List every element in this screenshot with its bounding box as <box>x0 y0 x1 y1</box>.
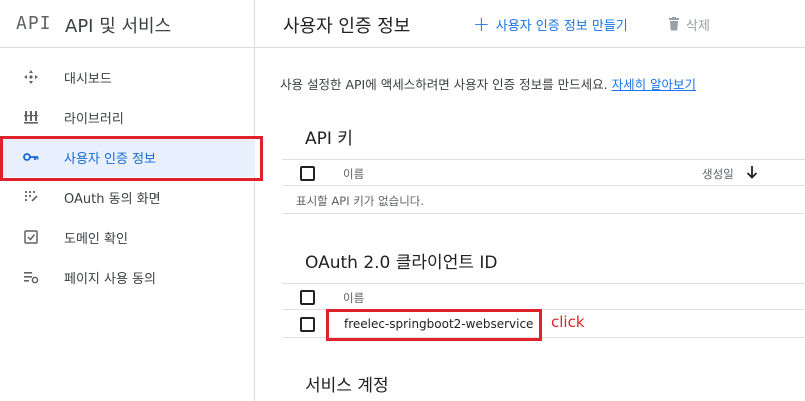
api-keys-table-header: 이름 생성일 <box>282 159 805 186</box>
delete-button[interactable]: 삭제 <box>668 14 710 34</box>
oauth-clients-title: OAuth 2.0 클라이언트 ID <box>305 253 498 273</box>
sidebar-nav: 대시보드 라이브러리 사용자 인증 정보 OAuth 동의 화면 도메인 확인 … <box>0 57 255 297</box>
oauth-client-link[interactable]: freelec-springboot2-webservice <box>344 317 533 331</box>
page-title: 사용자 인증 정보 <box>283 16 411 37</box>
description-body: 사용 설정한 API에 액세스하려면 사용자 인증 정보를 만드세요. <box>280 77 608 92</box>
select-all-api-keys-checkbox[interactable] <box>300 166 315 181</box>
column-header-name[interactable]: 이름 <box>343 290 364 306</box>
sidebar-item-label: 라이브러리 <box>64 111 124 127</box>
trash-icon <box>669 17 679 31</box>
create-credentials-button[interactable]: + 사용자 인증 정보 만들기 <box>473 14 628 34</box>
sidebar: API API 및 서비스 대시보드 라이브러리 사용자 인증 정보 OAuth… <box>0 0 255 401</box>
sidebar-item-label: 도메인 확인 <box>64 231 128 247</box>
learn-more-link[interactable]: 자세히 알아보기 <box>612 77 696 92</box>
table-row: freelec-springboot2-webservice <box>282 311 805 338</box>
oauth-consent-icon <box>24 190 38 202</box>
product-title[interactable]: API 및 서비스 <box>65 12 171 38</box>
create-credentials-label: 사용자 인증 정보 만들기 <box>495 18 628 34</box>
service-accounts-title: 서비스 계정 <box>305 376 389 396</box>
select-all-oauth-checkbox[interactable] <box>300 290 315 305</box>
plus-icon: + <box>473 12 490 36</box>
click-annotation: click <box>551 313 585 331</box>
page-consent-icon <box>24 272 39 284</box>
column-header-created[interactable]: 생성일 <box>702 166 734 182</box>
delete-label: 삭제 <box>686 18 710 34</box>
sidebar-item-label: 대시보드 <box>64 71 112 87</box>
api-keys-empty-row: 표시할 API 키가 없습니다. <box>282 187 805 214</box>
column-header-name[interactable]: 이름 <box>343 166 364 182</box>
dashboard-icon <box>24 70 38 84</box>
sidebar-item-label: OAuth 동의 화면 <box>64 191 161 207</box>
sidebar-item-page-consent[interactable]: 페이지 사용 동의 <box>0 257 255 297</box>
library-icon <box>24 111 38 124</box>
api-keys-empty-text: 표시할 API 키가 없습니다. <box>296 194 425 208</box>
sidebar-item-credentials[interactable]: 사용자 인증 정보 <box>0 137 255 177</box>
description-text: 사용 설정한 API에 액세스하려면 사용자 인증 정보를 만드세요. 자세히 … <box>280 74 696 93</box>
row-checkbox[interactable] <box>300 317 315 332</box>
sidebar-header: API API 및 서비스 <box>0 0 255 48</box>
domain-verify-icon <box>24 230 38 244</box>
key-icon <box>23 153 39 161</box>
sidebar-item-domain-verification[interactable]: 도메인 확인 <box>0 217 255 257</box>
main-header: 사용자 인증 정보 + 사용자 인증 정보 만들기 삭제 <box>255 0 805 48</box>
sidebar-item-label: 사용자 인증 정보 <box>64 151 156 167</box>
api-logo[interactable]: API <box>16 13 52 34</box>
sidebar-item-oauth-consent[interactable]: OAuth 동의 화면 <box>0 177 255 217</box>
oauth-table-header: 이름 <box>282 283 805 310</box>
sidebar-item-library[interactable]: 라이브러리 <box>0 97 255 137</box>
sidebar-item-label: 페이지 사용 동의 <box>64 271 156 287</box>
api-keys-title: API 키 <box>305 129 353 149</box>
sidebar-item-dashboard[interactable]: 대시보드 <box>0 57 255 97</box>
sort-descending-icon[interactable] <box>745 164 759 180</box>
